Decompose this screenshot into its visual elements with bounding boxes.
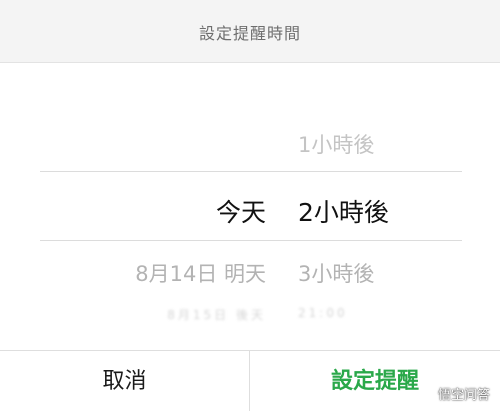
picker-option-day[interactable]: 8月14日 明天 [135, 258, 266, 288]
selection-bottom-line [40, 240, 462, 241]
picker-option-time[interactable]: 1小時後 [298, 129, 374, 159]
wukong-logo-icon [418, 386, 434, 401]
watermark-text: 悟空问答 [437, 388, 490, 403]
dialog-title: 設定提醒時間 [198, 24, 301, 43]
selection-top-line [40, 171, 462, 172]
picker-option-day[interactable]: 8月15日 後天 [167, 306, 266, 323]
cancel-button[interactable]: 取消 [0, 351, 249, 411]
reminder-time-sheet: 設定提醒時間 1小時後 今天 2小時後 8月14日 明天 3小時後 8月15日 … [0, 0, 500, 411]
dialog-header: 設定提醒時間 [0, 0, 500, 63]
time-picker[interactable]: 1小時後 今天 2小時後 8月14日 明天 3小時後 8月15日 後天 21:0… [0, 63, 500, 350]
picker-selected-time[interactable]: 2小時後 [298, 193, 389, 229]
picker-option-time[interactable]: 3小時後 [298, 258, 374, 288]
watermark: 悟空问答 [418, 384, 490, 403]
picker-option-time[interactable]: 21:00 [298, 306, 348, 320]
picker-selected-day[interactable]: 今天 [216, 193, 266, 229]
